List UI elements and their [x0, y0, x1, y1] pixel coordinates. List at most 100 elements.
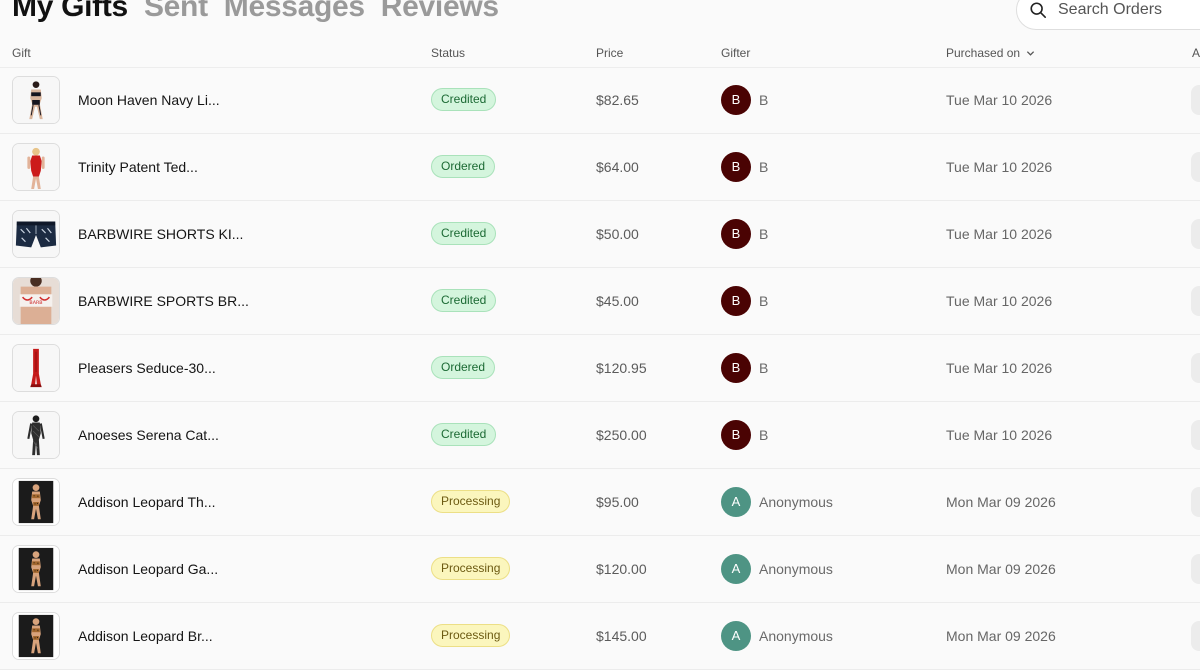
gift-thumbnail[interactable] [12, 76, 60, 124]
gift-thumbnail[interactable] [12, 210, 60, 258]
avatar: B [721, 353, 751, 383]
purchase-date: Tue Mar 10 2026 [946, 159, 1053, 175]
table-row[interactable]: BARB BARBWIRE SPORTS BR... Credited $45.00 B… [0, 268, 1200, 335]
table-row[interactable]: Addison Leopard Br... Processing $145.00 A A… [0, 603, 1200, 670]
tab-messages[interactable]: Messages [224, 0, 365, 24]
price: $120.95 [596, 360, 647, 376]
table-row[interactable]: Pleasers Seduce-30... Ordered $120.95 B B Tue… [0, 335, 1200, 402]
gift-name[interactable]: BARBWIRE SHORTS KI... [78, 226, 243, 242]
sports-bra-icon: BARB [13, 278, 59, 324]
row-action-button[interactable] [1191, 420, 1200, 450]
leopard-lingerie-icon [13, 479, 59, 525]
purchase-date: Tue Mar 10 2026 [946, 226, 1053, 242]
row-action-button[interactable] [1191, 219, 1200, 249]
price: $145.00 [596, 628, 647, 644]
chevron-down-icon [1026, 50, 1035, 56]
row-action-button[interactable] [1191, 487, 1200, 517]
table-row[interactable]: Addison Leopard Th... Processing $95.00 A An… [0, 469, 1200, 536]
row-action-button[interactable] [1191, 554, 1200, 584]
table-row[interactable]: Moon Haven Navy Li... Credited $82.65 B B Tue… [0, 67, 1200, 134]
status-badge: Credited [431, 289, 497, 312]
avatar: B [721, 286, 751, 316]
gift-name[interactable]: Moon Haven Navy Li... [78, 92, 220, 108]
purchase-date: Mon Mar 09 2026 [946, 494, 1056, 510]
price: $64.00 [596, 159, 639, 175]
purchase-date: Mon Mar 09 2026 [946, 561, 1056, 577]
price: $82.65 [596, 92, 639, 108]
gifter-name: Anonymous [759, 494, 833, 510]
gift-name[interactable]: Addison Leopard Ga... [78, 561, 218, 577]
tab-my-gifts[interactable]: My Gifts [12, 0, 128, 24]
gifter-name: B [759, 92, 769, 108]
purchase-date: Tue Mar 10 2026 [946, 92, 1053, 108]
purchase-date: Tue Mar 10 2026 [946, 360, 1053, 376]
gift-thumbnail[interactable] [12, 143, 60, 191]
lingerie-set-icon [13, 77, 59, 123]
gifter-name: B [759, 226, 769, 242]
search-box[interactable] [1016, 0, 1200, 30]
status-badge: Processing [431, 557, 511, 580]
search-icon [1030, 2, 1047, 19]
leopard-lingerie-icon [13, 613, 59, 659]
price: $45.00 [596, 293, 639, 309]
tab-sent[interactable]: Sent [144, 0, 208, 24]
row-action-button[interactable] [1191, 85, 1200, 115]
svg-text:BARB: BARB [29, 300, 42, 306]
avatar: A [721, 554, 751, 584]
status-badge: Processing [431, 624, 511, 647]
table-row[interactable]: BARBWIRE SHORTS KI... Credited $50.00 B B Tue… [0, 201, 1200, 268]
status-badge: Credited [431, 222, 497, 245]
red-boot-icon [13, 345, 59, 391]
gift-thumbnail[interactable] [12, 478, 60, 526]
status-badge: Credited [431, 423, 497, 446]
gifter-name: Anonymous [759, 628, 833, 644]
gift-thumbnail[interactable] [12, 411, 60, 459]
status-badge: Credited [431, 88, 497, 111]
leopard-lingerie-icon [13, 546, 59, 592]
avatar: B [721, 219, 751, 249]
status-badge: Ordered [431, 155, 496, 178]
gifter-name: B [759, 360, 769, 376]
gift-name[interactable]: Trinity Patent Ted... [78, 159, 198, 175]
catsuit-icon [13, 412, 59, 458]
gift-thumbnail[interactable] [12, 545, 60, 593]
gifts-table-body: Moon Haven Navy Li... Credited $82.65 B B Tue… [0, 67, 1200, 670]
price: $120.00 [596, 561, 647, 577]
column-header-gift: Gift [12, 46, 31, 60]
gift-name[interactable]: Anoeses Serena Cat... [78, 427, 219, 443]
tab-reviews[interactable]: Reviews [381, 0, 499, 24]
gift-thumbnail[interactable]: BARB [12, 277, 60, 325]
gift-thumbnail[interactable] [12, 344, 60, 392]
gift-name[interactable]: Addison Leopard Br... [78, 628, 213, 644]
avatar: A [721, 621, 751, 651]
column-header-purchased-on[interactable]: Purchased on [946, 46, 1035, 60]
gift-name[interactable]: Pleasers Seduce-30... [78, 360, 216, 376]
shorts-icon [13, 211, 59, 257]
column-header-actions: A [1192, 46, 1200, 60]
row-action-button[interactable] [1191, 286, 1200, 316]
gifter-name: Anonymous [759, 561, 833, 577]
gift-thumbnail[interactable] [12, 612, 60, 660]
row-action-button[interactable] [1191, 152, 1200, 182]
price: $250.00 [596, 427, 647, 443]
avatar: B [721, 420, 751, 450]
column-header-gifter: Gifter [721, 46, 751, 60]
row-action-button[interactable] [1191, 621, 1200, 651]
purchase-date: Tue Mar 10 2026 [946, 293, 1053, 309]
table-header: Gift Status Price Gifter Purchased on A [0, 40, 1200, 68]
table-row[interactable]: Anoeses Serena Cat... Credited $250.00 B B Tu… [0, 402, 1200, 469]
row-action-button[interactable] [1191, 353, 1200, 383]
column-header-price: Price [596, 46, 624, 60]
gift-name[interactable]: Addison Leopard Th... [78, 494, 216, 510]
column-header-status: Status [431, 46, 466, 60]
column-header-purchased-on-label: Purchased on [946, 46, 1021, 60]
price: $95.00 [596, 494, 639, 510]
search-input[interactable] [1056, 0, 1200, 20]
avatar: A [721, 487, 751, 517]
gifter-name: B [759, 293, 769, 309]
gift-name[interactable]: BARBWIRE SPORTS BR... [78, 293, 249, 309]
avatar: B [721, 85, 751, 115]
table-row[interactable]: Addison Leopard Ga... Processing $120.00 A A… [0, 536, 1200, 603]
tab-bar: My Gifts Sent Messages Reviews [12, 0, 499, 24]
table-row[interactable]: Trinity Patent Ted... Ordered $64.00 B B Tue … [0, 134, 1200, 201]
